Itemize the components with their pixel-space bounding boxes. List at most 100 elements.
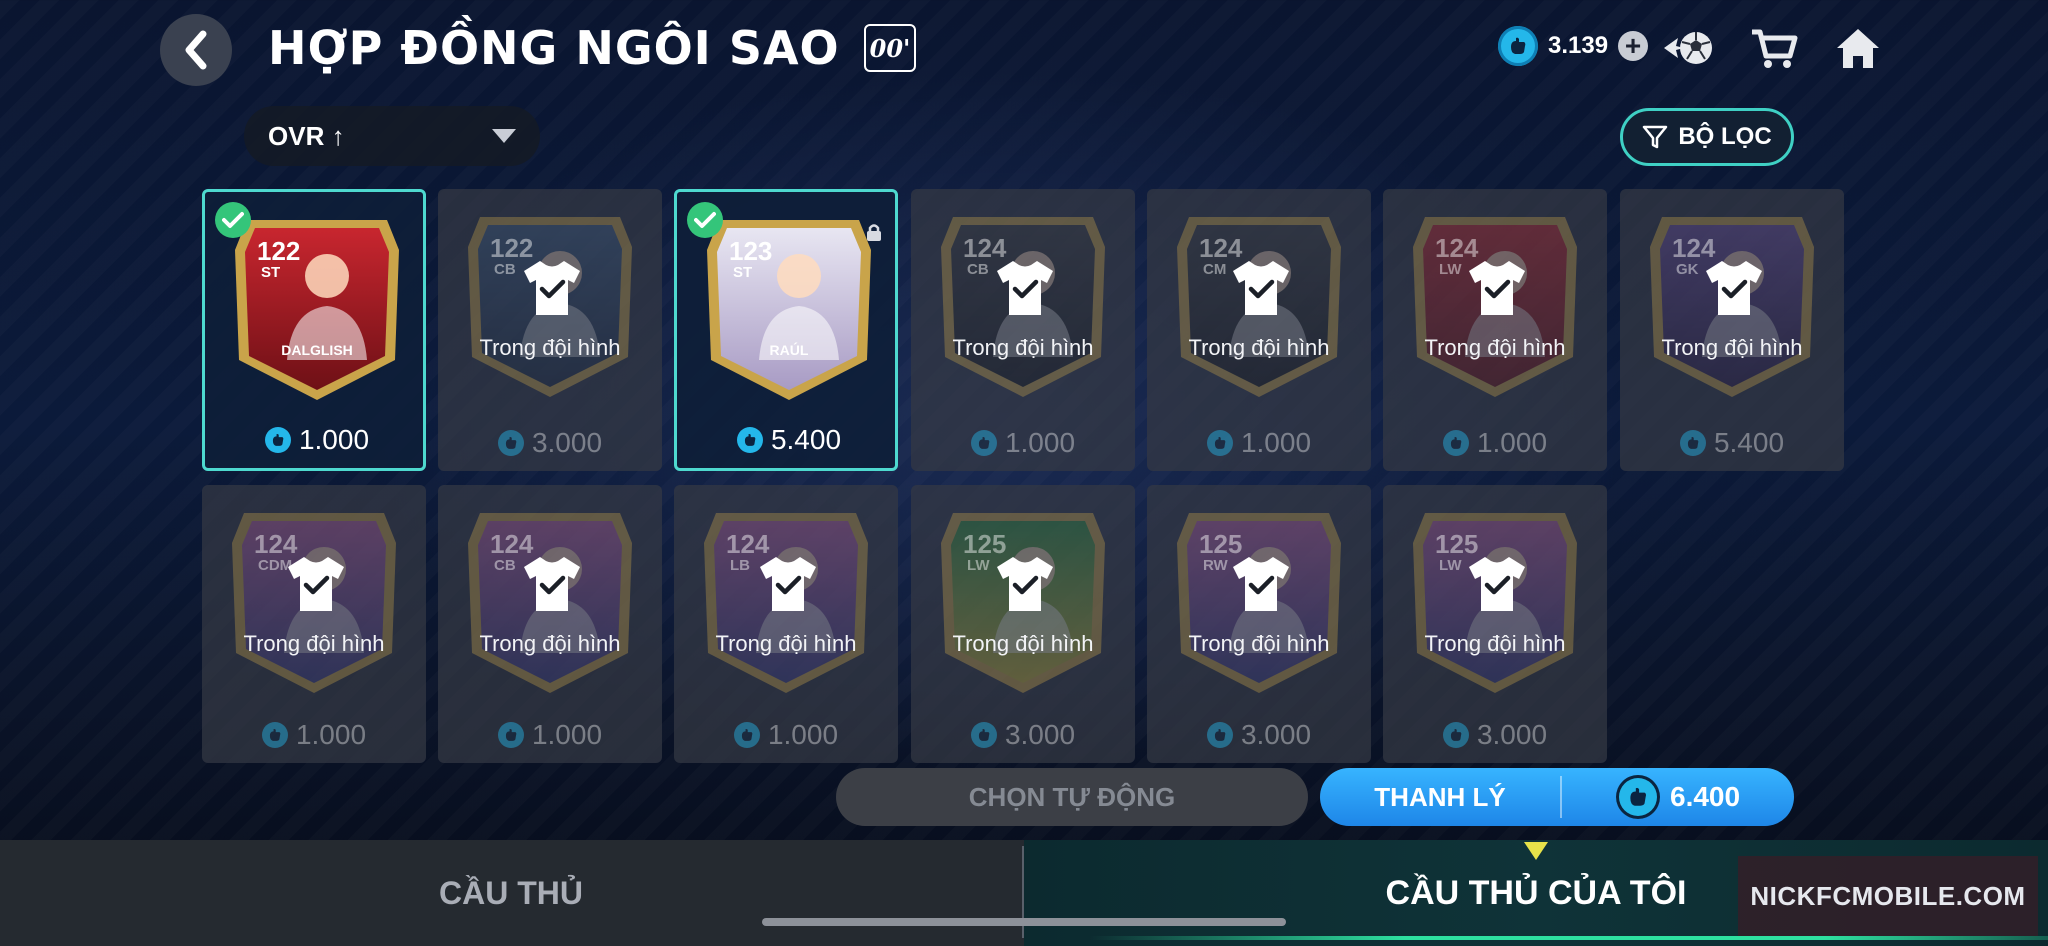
coin-hand-icon bbox=[497, 722, 524, 748]
check-icon bbox=[215, 202, 251, 238]
sort-dropdown[interactable]: OVR ↑ bbox=[244, 106, 540, 166]
season-badge: 00' bbox=[864, 24, 916, 72]
in-squad-label: Trong đội hình bbox=[715, 631, 857, 656]
player-position: LB bbox=[730, 557, 750, 574]
in-squad-label: Trong đội hình bbox=[1661, 335, 1803, 360]
card-price-value: 1.000 bbox=[1004, 427, 1076, 458]
filter-label: BỘ LỌC bbox=[1678, 123, 1772, 150]
player-position: GK bbox=[1676, 261, 1699, 278]
player-card[interactable]: 125 RW Trong đội hình 3.000 bbox=[1147, 485, 1371, 763]
lock-icon bbox=[865, 222, 883, 242]
jersey-check-icon bbox=[995, 259, 1055, 317]
football-icon[interactable] bbox=[1662, 22, 1714, 74]
card-price: 1.000 bbox=[438, 719, 662, 751]
coin-hand-icon bbox=[1498, 26, 1538, 66]
in-squad-label: Trong đội hình bbox=[952, 335, 1094, 360]
coin-hand-icon bbox=[733, 722, 760, 748]
player-ovr: 122 bbox=[257, 236, 301, 266]
player-card-art bbox=[235, 220, 399, 400]
jersey-check-icon bbox=[286, 555, 346, 613]
player-card[interactable]: 124 CM Trong đội hình 1.000 bbox=[1147, 189, 1371, 471]
player-card[interactable]: 122 ST DALGLISH 1.000 bbox=[202, 189, 426, 471]
player-position: RW bbox=[1203, 557, 1228, 574]
player-position: ST bbox=[261, 264, 281, 281]
card-price-value: 3.000 bbox=[1240, 719, 1312, 750]
in-squad-label: Trong đội hình bbox=[952, 631, 1094, 656]
player-card[interactable]: 124 LW Trong đội hình 1.000 bbox=[1383, 189, 1607, 471]
in-squad-label: Trong đội hình bbox=[479, 335, 621, 360]
coin-hand-icon bbox=[1679, 430, 1706, 456]
card-price-value: 5.400 bbox=[770, 424, 842, 455]
player-card-art bbox=[707, 220, 871, 400]
sell-label: THANH LÝ bbox=[1374, 781, 1506, 812]
in-squad-label: Trong đội hình bbox=[479, 631, 621, 656]
player-position: CB bbox=[494, 557, 516, 574]
currency-value: 3.139 bbox=[1548, 32, 1609, 59]
player-position: LW bbox=[1439, 557, 1462, 574]
in-squad-label: Trong đội hình bbox=[1424, 631, 1566, 656]
player-card[interactable]: 123 ST RAÚL 5.400 bbox=[674, 189, 898, 471]
jersey-check-icon bbox=[758, 555, 818, 613]
player-card[interactable]: 124 GK Trong đội hình 5.400 bbox=[1620, 189, 1844, 471]
player-position: LW bbox=[967, 557, 990, 574]
sell-total-value: 6.400 bbox=[1670, 781, 1741, 812]
in-squad-label: Trong đội hình bbox=[1424, 335, 1566, 360]
card-price-value: 1.000 bbox=[531, 719, 603, 750]
home-icon[interactable] bbox=[1832, 22, 1884, 74]
cart-icon[interactable] bbox=[1748, 22, 1800, 74]
card-price-value: 1.000 bbox=[1240, 427, 1312, 458]
sell-button[interactable]: THANH LÝ 6.400 bbox=[1320, 768, 1794, 826]
card-price: 5.400 bbox=[677, 424, 901, 456]
player-card[interactable]: 124 CDM Trong đội hình 1.000 bbox=[202, 485, 426, 763]
home-indicator[interactable] bbox=[762, 918, 1286, 926]
jersey-check-icon bbox=[1231, 259, 1291, 317]
card-price: 5.400 bbox=[1620, 427, 1844, 459]
card-price: 3.000 bbox=[438, 427, 662, 459]
player-position: CM bbox=[1203, 261, 1227, 278]
player-card[interactable]: 122 CB Trong đội hình 3.000 bbox=[438, 189, 662, 471]
funnel-icon bbox=[1643, 125, 1668, 149]
coin-hand-icon bbox=[1616, 775, 1660, 819]
player-position: ST bbox=[733, 264, 753, 281]
player-card[interactable]: 124 LB Trong đội hình 1.000 bbox=[674, 485, 898, 763]
card-price-value: 3.000 bbox=[1476, 719, 1548, 750]
coin-hand-icon bbox=[261, 722, 288, 748]
jersey-check-icon bbox=[1467, 555, 1527, 613]
card-price: 3.000 bbox=[1147, 719, 1371, 751]
tab-players[interactable]: CẦU THỦ bbox=[0, 840, 1022, 946]
player-card[interactable]: 124 CB Trong đội hình 1.000 bbox=[438, 485, 662, 763]
page-title: HỢP ĐỒNG NGÔI SAO bbox=[268, 21, 840, 75]
player-position: CB bbox=[967, 261, 989, 278]
player-card-grid: 122 ST DALGLISH 1.000 122 CB Trong đội hình 3.0… bbox=[202, 189, 1852, 763]
plus-icon[interactable]: + bbox=[1618, 31, 1649, 61]
jersey-check-icon bbox=[1467, 259, 1527, 317]
coin-hand-icon bbox=[1206, 722, 1233, 748]
card-price-value: 5.400 bbox=[1713, 427, 1785, 458]
card-price: 3.000 bbox=[911, 719, 1135, 751]
currency-display: 3.139 + bbox=[1498, 26, 1649, 66]
back-button[interactable] bbox=[160, 14, 232, 86]
filter-button[interactable]: BỘ LỌC bbox=[1620, 108, 1794, 166]
card-price: 1.000 bbox=[202, 719, 426, 751]
card-price: 1.000 bbox=[911, 427, 1135, 459]
chevron-down-icon bbox=[492, 129, 516, 143]
coin-hand-icon bbox=[1442, 722, 1469, 748]
jersey-check-icon bbox=[522, 259, 582, 317]
player-position: LW bbox=[1439, 261, 1462, 278]
jersey-check-icon bbox=[1704, 259, 1764, 317]
auto-select-button[interactable]: CHỌN TỰ ĐỘNG bbox=[836, 768, 1308, 826]
jersey-check-icon bbox=[1231, 555, 1291, 613]
sell-divider bbox=[1560, 776, 1562, 818]
coin-hand-icon bbox=[736, 427, 763, 453]
player-name: RAÚL bbox=[769, 342, 809, 358]
in-squad-label: Trong đội hình bbox=[1188, 631, 1330, 656]
card-price: 1.000 bbox=[1147, 427, 1371, 459]
player-card[interactable]: 125 LW Trong đội hình 3.000 bbox=[911, 485, 1135, 763]
chevron-left-icon bbox=[185, 30, 207, 70]
player-card[interactable]: 124 CB Trong đội hình 1.000 bbox=[911, 189, 1135, 471]
coin-hand-icon bbox=[1206, 430, 1233, 456]
jersey-check-icon bbox=[522, 555, 582, 613]
coin-hand-icon bbox=[970, 722, 997, 748]
watermark: NICKFCMOBILE.COM bbox=[1738, 856, 2038, 936]
player-card[interactable]: 125 LW Trong đội hình 3.000 bbox=[1383, 485, 1607, 763]
